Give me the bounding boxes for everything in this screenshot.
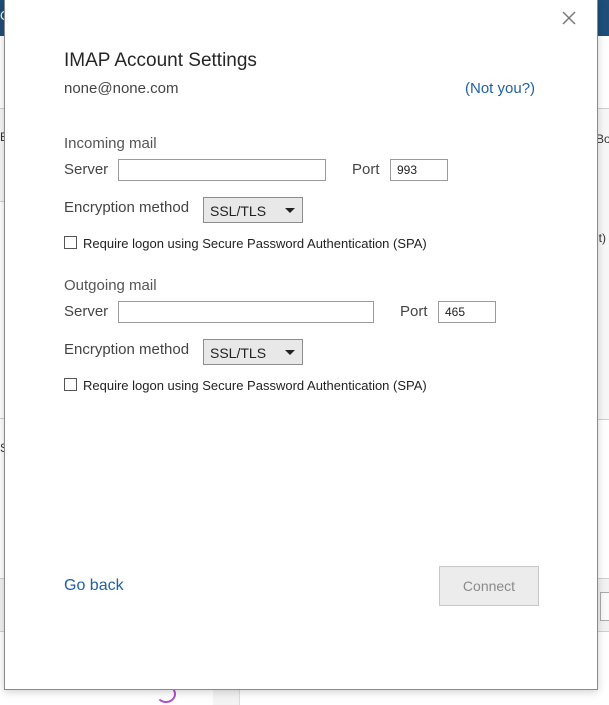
incoming-port-input[interactable] xyxy=(390,159,448,181)
incoming-spa-checkbox[interactable] xyxy=(64,236,77,249)
outgoing-encryption-label: Encryption method xyxy=(64,341,190,358)
imap-settings-dialog: IMAP Account Settings none@none.com (Not… xyxy=(4,0,598,690)
incoming-mail-heading: Incoming mail xyxy=(64,135,157,152)
outgoing-spa-checkbox[interactable] xyxy=(64,378,77,391)
incoming-port-label: Port xyxy=(352,161,380,178)
not-you-link[interactable]: (Not you?) xyxy=(465,80,535,97)
account-email: none@none.com xyxy=(64,80,179,97)
outgoing-encryption-select[interactable]: SSL/TLS xyxy=(203,339,303,365)
background-column xyxy=(213,689,240,705)
outgoing-encryption-value: SSL/TLS xyxy=(210,345,267,361)
go-back-link[interactable]: Go back xyxy=(64,577,124,595)
outgoing-port-label: Port xyxy=(400,303,428,320)
close-icon xyxy=(562,11,576,25)
close-button[interactable] xyxy=(557,6,581,30)
outgoing-mail-heading: Outgoing mail xyxy=(64,277,157,294)
incoming-encryption-value: SSL/TLS xyxy=(210,203,267,219)
outgoing-server-label: Server xyxy=(64,303,109,320)
incoming-server-label: Server xyxy=(64,161,109,178)
connect-button[interactable]: Connect xyxy=(439,566,539,606)
dialog-title: IMAP Account Settings xyxy=(64,50,257,71)
incoming-server-input[interactable] xyxy=(118,159,326,181)
background-button xyxy=(600,592,609,621)
incoming-encryption-label: Encryption method xyxy=(64,199,190,216)
chevron-down-icon xyxy=(285,208,295,213)
incoming-encryption-select[interactable]: SSL/TLS xyxy=(203,197,303,223)
incoming-spa-label: Require logon using Secure Password Auth… xyxy=(83,236,427,251)
chevron-down-icon xyxy=(285,350,295,355)
outgoing-port-input[interactable] xyxy=(438,301,496,323)
outgoing-server-input[interactable] xyxy=(118,301,374,323)
outgoing-spa-label: Require logon using Secure Password Auth… xyxy=(83,378,427,393)
